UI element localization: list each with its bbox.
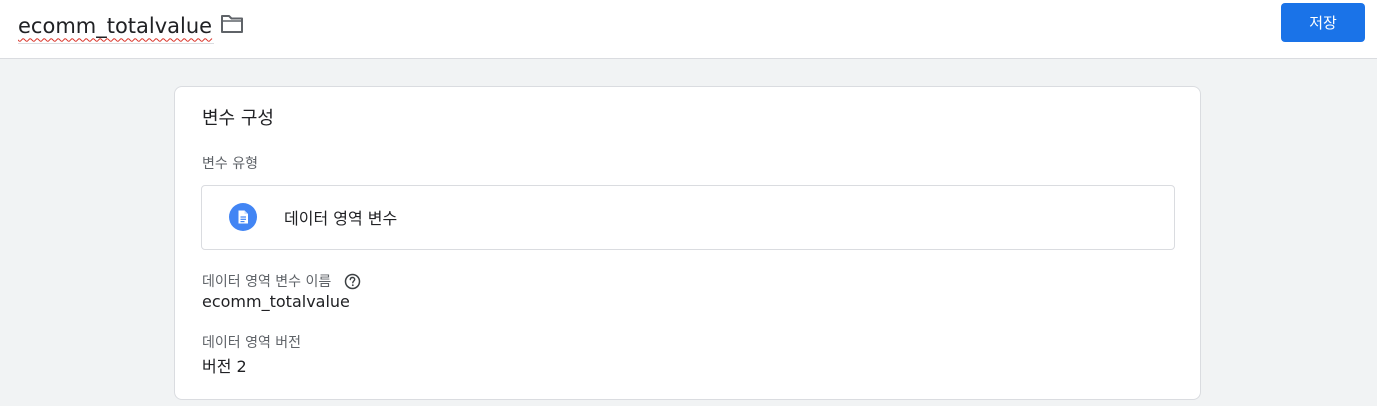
- card-title: 변수 구성: [202, 108, 274, 129]
- data-layer-version-label: 데이터 영역 버전: [202, 335, 302, 351]
- document-icon: [229, 203, 257, 231]
- save-button[interactable]: 저장: [1281, 3, 1365, 42]
- variable-title-field[interactable]: ecomm_totalvalue: [18, 8, 215, 44]
- variable-type-label: 변수 유형: [202, 156, 258, 172]
- variable-config-card: 변수 구성 변수 유형 데이터 영역 변수 데이터 영역 변수 이름 ecomm…: [174, 86, 1201, 400]
- variable-name-label-row: 데이터 영역 변수 이름: [202, 271, 361, 291]
- variable-type-selector[interactable]: 데이터 영역 변수: [201, 185, 1175, 250]
- variable-name-value: ecomm_totalvalue: [202, 292, 350, 311]
- folder-icon[interactable]: [220, 13, 244, 35]
- help-circle-icon[interactable]: [344, 273, 361, 290]
- variable-type-name: 데이터 영역 변수: [284, 209, 398, 228]
- data-layer-version-value: 버전 2: [202, 357, 247, 376]
- variable-name-label: 데이터 영역 변수 이름: [202, 274, 332, 290]
- variable-title[interactable]: ecomm_totalvalue: [18, 14, 212, 38]
- top-header: ecomm_totalvalue 저장: [0, 0, 1377, 59]
